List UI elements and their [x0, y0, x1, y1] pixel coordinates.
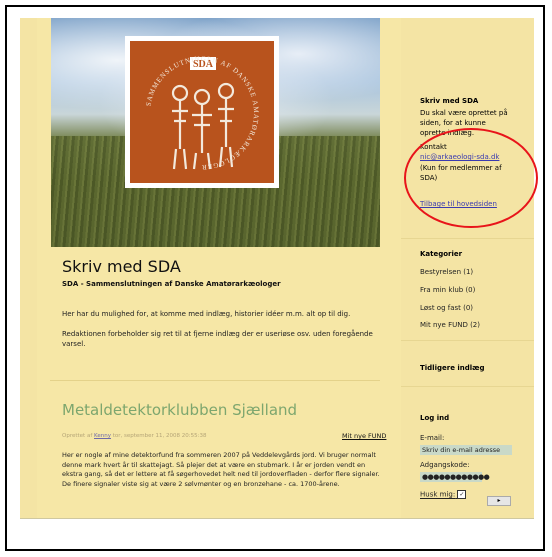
category-link-fra-min-klub[interactable]: Fra min klub (0) [420, 286, 475, 294]
login-heading: Log ind [420, 414, 450, 422]
kategorier-heading: Kategorier [420, 250, 463, 258]
sda-logo: SDA SAMMENSLUTNINGEN AF DANSKE AMATØRARK… [125, 36, 279, 188]
password-label: Adgangskode: [420, 461, 470, 469]
post-author-link[interactable]: Kenny [94, 433, 111, 439]
header-image: SDA SAMMENSLUTNINGEN AF DANSKE AMATØRARK… [51, 18, 380, 247]
editorial-note: Redaktionen forbeholder sig ret til at f… [62, 330, 373, 348]
remember-me-row: Husk mig: ✓ [420, 490, 467, 499]
category-link-bestyrelsen[interactable]: Bestyrelsen (1) [420, 268, 473, 276]
annotation-red-circle [404, 128, 538, 228]
email-input[interactable]: Skriv din e-mail adresse [420, 445, 512, 455]
category-link-lost-og-fast[interactable]: Løst og fast (0) [420, 304, 473, 312]
page-title: Skriv med SDA [62, 257, 181, 276]
post-title[interactable]: Metaldetektorklubben Sjælland [62, 401, 297, 419]
post-body: Her er nogle af mine detektorfund fra so… [62, 451, 380, 488]
skriv-heading: Skriv med SDA [420, 97, 479, 105]
password-input[interactable]: ●●●●●●●●●●●● [420, 472, 490, 482]
sda-logo-icon: SDA SAMMENSLUTNINGEN AF DANSKE AMATØRARK… [144, 55, 259, 171]
tidligere-heading: Tidligere indlæg [420, 364, 485, 372]
post-meta-prefix: Oprettet af [62, 433, 93, 439]
sidebar-divider [401, 340, 534, 341]
remember-me-label: Husk mig: [420, 490, 456, 499]
post-category-link[interactable]: Mit nye FUND [342, 432, 386, 440]
post-divider [50, 380, 380, 381]
post-date: tor, september 11, 2008 20:55:38 [112, 433, 207, 439]
page-bottom-edge [20, 518, 534, 519]
sidebar-divider [401, 386, 534, 387]
sidebar-divider [401, 238, 534, 239]
intro-paragraph: Her har du mulighed for, at komme med in… [62, 310, 351, 318]
login-submit-button[interactable]: ▸ [487, 496, 511, 506]
page-subtitle: SDA - Sammenslutningen af Danske Amatøra… [62, 280, 281, 288]
sda-logo-emblem: SDA SAMMENSLUTNINGEN AF DANSKE AMATØRARK… [130, 41, 274, 183]
remember-me-checkbox[interactable]: ✓ [457, 490, 467, 499]
category-link-mit-nye-fund[interactable]: Mit nye FUND (2) [420, 321, 480, 329]
post-meta: Oprettet af Kenny tor, september 11, 200… [62, 433, 206, 439]
email-label: E-mail: [420, 434, 445, 442]
